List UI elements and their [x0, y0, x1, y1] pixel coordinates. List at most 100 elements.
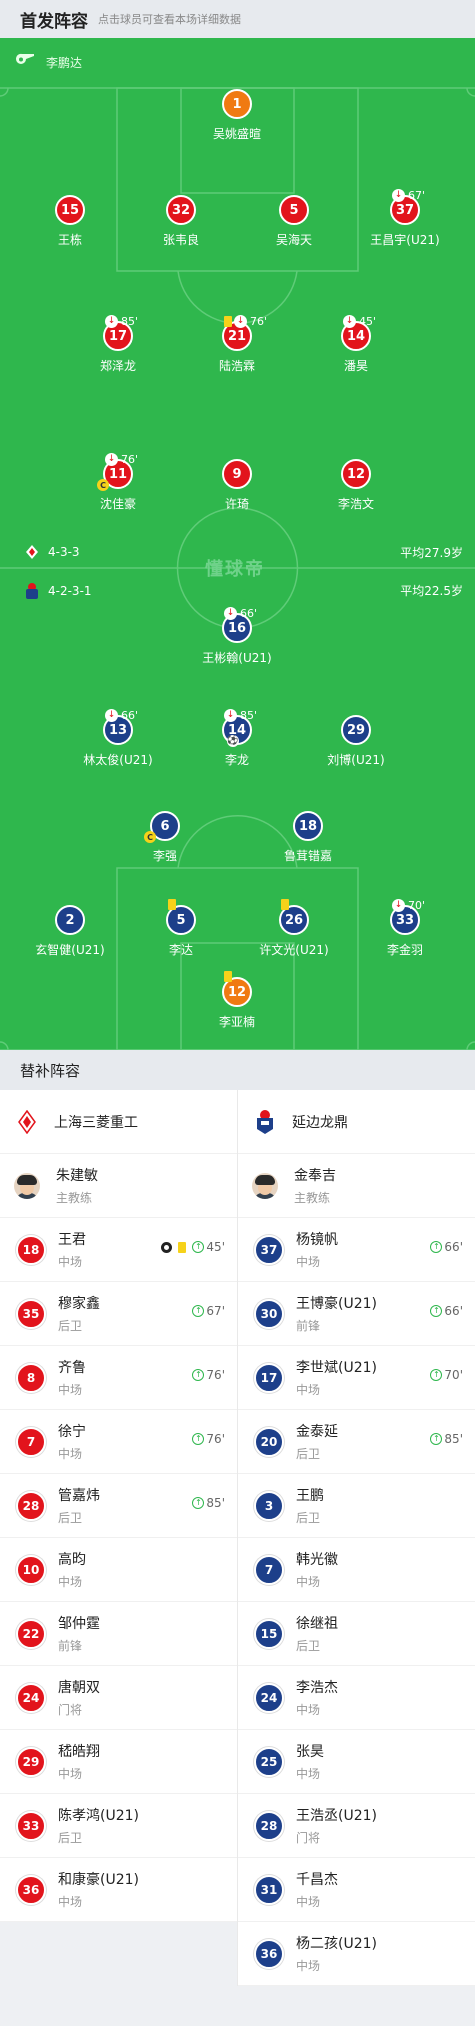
- player-name: 王昌宇(U21): [370, 233, 440, 247]
- sub-player-name: 王鹏: [296, 1488, 324, 1504]
- home-player-12[interactable]: 12 李浩文: [291, 459, 421, 512]
- sub-player-name: 千昌杰: [296, 1872, 338, 1888]
- sub-events: ↑ 67': [192, 1304, 225, 1318]
- sub-events: ↑ 85': [430, 1432, 463, 1446]
- sub-player-position: 中场: [296, 1383, 321, 1397]
- lineup-title: 首发阵容: [20, 11, 88, 32]
- sub-number-badge: 28: [16, 1490, 46, 1521]
- sub-player-position: 中场: [58, 1575, 83, 1589]
- away-sub-row[interactable]: 30 王博豪(U21) 前锋 ↑ 66': [238, 1282, 475, 1346]
- home-sub-row[interactable]: 29 嵇皓翔 中场: [0, 1730, 237, 1794]
- sub-number-badge: 15: [254, 1618, 284, 1649]
- player-events: ↓ 85': [105, 315, 138, 328]
- home-sub-row[interactable]: 8 齐鲁 中场 ↑ 76': [0, 1346, 237, 1410]
- player-name: 李达: [168, 943, 193, 957]
- away-coach-name: 金奉吉: [294, 1168, 336, 1184]
- home-sub-row[interactable]: 7 徐宁 中场 ↑ 76': [0, 1410, 237, 1474]
- home-player-14[interactable]: 14 潘昊 ↓ 45': [291, 315, 421, 374]
- home-player-1[interactable]: 1 吴姚盛暄: [172, 89, 302, 142]
- away-player-5[interactable]: 5 李达: [116, 899, 246, 958]
- away-player-18[interactable]: 18 鲁茸错嘉: [243, 811, 373, 864]
- sub-player-position: 中场: [58, 1383, 83, 1397]
- away-player-29[interactable]: 29 刘博(U21): [291, 715, 421, 768]
- home-sub-row[interactable]: 22 邹仲霆 前锋: [0, 1602, 237, 1666]
- away-coach-row[interactable]: 金奉吉 主教练: [238, 1154, 475, 1218]
- away-sub-row[interactable]: 31 千昌杰 中场: [238, 1858, 475, 1922]
- sub-player-position: 中场: [58, 1767, 83, 1781]
- sub-player-position: 后卫: [58, 1831, 83, 1845]
- sub-out-icon: ↓: [392, 899, 405, 912]
- sub-player-name: 管嘉炜: [58, 1488, 100, 1504]
- sub-out-icon: ↓: [224, 709, 237, 722]
- away-player-16[interactable]: 16 王彬翰(U21) ↓ 66': [172, 607, 302, 666]
- home-coach-row[interactable]: 朱建敏 主教练: [0, 1154, 237, 1218]
- sub-in-minute: 70': [444, 1368, 463, 1382]
- player-number-badge: 9: [222, 459, 252, 489]
- sub-player-name: 徐继祖: [296, 1616, 338, 1632]
- home-sub-row[interactable]: 28 管嘉炜 后卫 ↑ 85': [0, 1474, 237, 1538]
- home-sub-row[interactable]: 24 唐朝双 门将: [0, 1666, 237, 1730]
- away-sub-row[interactable]: 28 王浩丞(U21) 门将: [238, 1794, 475, 1858]
- home-sub-row[interactable]: 35 穆家鑫 后卫 ↑ 67': [0, 1282, 237, 1346]
- home-player-9[interactable]: 9 许琦: [172, 459, 302, 512]
- away-sub-row[interactable]: 36 杨二孩(U21) 中场: [238, 1922, 475, 1986]
- away-sub-row[interactable]: 25 张昊 中场: [238, 1730, 475, 1794]
- away-sub-row[interactable]: 37 杨镜帆 中场 ↑ 66': [238, 1218, 475, 1282]
- away-subs-column: 延边龙鼎 金奉吉 主教练 37 杨镜帆 中场 ↑ 66' 30 王博豪(U21) 前锋 ↑ 66'…: [238, 1090, 475, 1986]
- away-team-name: 延边龙鼎: [292, 1114, 348, 1131]
- home-sub-row[interactable]: 36 和康豪(U21) 中场: [0, 1858, 237, 1922]
- away-sub-row[interactable]: 24 李浩杰 中场: [238, 1666, 475, 1730]
- yellow-card-icon: [281, 899, 289, 910]
- sub-out-icon: ↓: [392, 189, 405, 202]
- sub-number-badge: 18: [16, 1234, 46, 1265]
- sub-minute: 85': [121, 315, 139, 328]
- away-sub-row[interactable]: 15 徐继祖 后卫: [238, 1602, 475, 1666]
- player-name: 李亚楠: [218, 1015, 255, 1029]
- sub-player-position: 前锋: [58, 1639, 83, 1653]
- sub-player-position: 中场: [296, 1703, 321, 1717]
- home-player-17[interactable]: 17 郑泽龙 ↓ 85': [53, 315, 183, 374]
- sub-player-name: 金泰延: [296, 1424, 338, 1440]
- player-events: ↓ 85': [224, 709, 257, 722]
- home-sub-row[interactable]: 18 王君 中场 ↑ 45': [0, 1218, 237, 1282]
- away-player-6[interactable]: 6 李强 C: [100, 811, 230, 864]
- player-events: ↓ 45': [343, 315, 376, 328]
- sub-number-badge: 31: [254, 1874, 284, 1905]
- sub-number-badge: 28: [254, 1810, 284, 1841]
- away-sub-row[interactable]: 7 韩光徽 中场: [238, 1538, 475, 1602]
- home-sub-row[interactable]: 33 陈孝鸿(U21) 后卫: [0, 1794, 237, 1858]
- home-sub-row[interactable]: 10 高昀 中场: [0, 1538, 237, 1602]
- sub-events: ↑ 70': [430, 1368, 463, 1382]
- home-player-32[interactable]: 32 张韦良: [116, 195, 246, 248]
- sub-player-position: 门将: [58, 1703, 83, 1717]
- sub-number-badge: 3: [254, 1490, 284, 1521]
- home-player-11[interactable]: 11 沈佳豪 ↓ 76' C: [53, 453, 183, 512]
- sub-in-minute: 85': [444, 1432, 463, 1446]
- sub-player-name: 杨二孩(U21): [296, 1936, 377, 1952]
- away-sub-row[interactable]: 17 李世斌(U21) 中场 ↑ 70': [238, 1346, 475, 1410]
- away-player-12[interactable]: 12 李亚楠: [172, 971, 302, 1030]
- player-number-badge: 5: [279, 195, 309, 225]
- away-sub-row[interactable]: 3 王鹏 后卫: [238, 1474, 475, 1538]
- away-player-14[interactable]: 14 李龙 ↓ 85' ⚽: [172, 709, 302, 768]
- away-player-13[interactable]: 13 林太俊(U21) ↓ 66': [53, 709, 183, 768]
- away-sub-row[interactable]: 20 金泰延 后卫 ↑ 85': [238, 1410, 475, 1474]
- sub-events: ↑ 76': [192, 1368, 225, 1382]
- home-team-row[interactable]: 上海三菱重工: [0, 1090, 237, 1154]
- sub-minute: 45': [359, 315, 377, 328]
- home-team-logo-icon: [16, 1109, 38, 1135]
- coach-avatar: [14, 1172, 40, 1199]
- away-team-row[interactable]: 延边龙鼎: [238, 1090, 475, 1154]
- away-player-33[interactable]: 33 李金羽 ↓ 70': [340, 899, 470, 958]
- home-player-37[interactable]: 37 王昌宇(U21) ↓ 67': [340, 189, 470, 248]
- player-events: [168, 899, 178, 910]
- sub-player-name: 张昊: [296, 1744, 324, 1760]
- lineup-header: 首发阵容 点击球员可查看本场详细数据: [0, 0, 475, 38]
- sub-out-icon: ↓: [105, 315, 118, 328]
- sub-player-name: 唐朝双: [58, 1680, 100, 1696]
- sub-number-badge: 7: [254, 1554, 284, 1585]
- pitch: 李鹏达 懂球帝 4-3-3 平均27.9岁 4-2-3-1 平均22.5岁 1 吴…: [0, 38, 475, 1050]
- sub-in-minute: 76': [206, 1368, 225, 1382]
- home-player-21[interactable]: 21 陆浩霖 ↓ 76': [172, 315, 302, 374]
- sub-out-icon: ↓: [105, 709, 118, 722]
